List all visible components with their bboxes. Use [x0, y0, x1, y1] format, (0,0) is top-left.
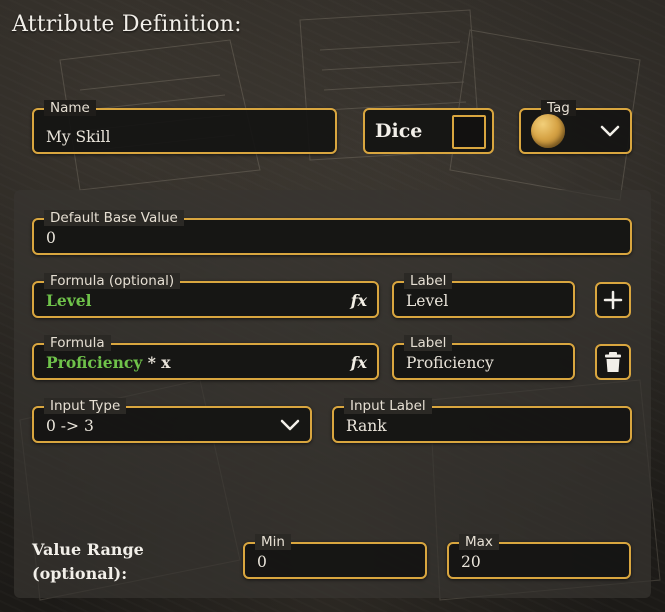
dice-label: Dice: [375, 120, 423, 142]
trash-icon: [605, 352, 621, 372]
max-field[interactable]: Max 20: [447, 534, 631, 579]
fx-icon[interactable]: fx: [351, 291, 367, 310]
default-base-value-label: Default Base Value: [44, 210, 184, 226]
dice-toggle[interactable]: Dice: [363, 108, 494, 154]
name-value: My Skill: [46, 128, 111, 146]
page-title: Attribute Definition:: [12, 12, 242, 37]
formula-1-label-field-label: Label: [404, 273, 453, 289]
input-type-label: Input Type: [44, 398, 127, 414]
tag-select[interactable]: Tag: [519, 100, 632, 154]
formula-2-label-field[interactable]: Label Proficiency: [392, 335, 575, 380]
formula-1-field[interactable]: Formula (optional) Level fx: [32, 273, 379, 318]
formula-2-operator: * x: [147, 353, 171, 372]
formula-1-label: Formula (optional): [44, 273, 181, 289]
value-range-label-line1: Value Range: [32, 540, 144, 559]
delete-formula-button[interactable]: [595, 344, 631, 380]
input-label-label: Input Label: [344, 398, 432, 414]
min-value: 0: [257, 553, 267, 571]
value-range-label: Value Range (optional):: [32, 538, 144, 586]
formula-1-label-value: Level: [406, 292, 449, 310]
min-label: Min: [255, 534, 291, 550]
tag-color-swatch: [531, 114, 565, 148]
input-label-value: Rank: [346, 417, 387, 435]
formula-1-value: Level: [46, 291, 92, 310]
fx-icon[interactable]: fx: [351, 353, 367, 372]
max-label: Max: [459, 534, 499, 550]
max-value: 20: [461, 553, 481, 571]
input-type-select[interactable]: Input Type 0 -> 3: [32, 398, 312, 443]
chevron-down-icon: [600, 125, 620, 137]
input-type-value: 0 -> 3: [46, 417, 94, 435]
formula-2-label-value: Proficiency: [406, 354, 494, 372]
dice-checkbox[interactable]: [452, 115, 486, 149]
name-field[interactable]: Name My Skill: [32, 100, 337, 154]
value-range-label-line2: (optional):: [32, 564, 128, 583]
min-field[interactable]: Min 0: [243, 534, 427, 579]
add-formula-button[interactable]: [595, 282, 631, 318]
input-label-field[interactable]: Input Label Rank: [332, 398, 632, 443]
name-label: Name: [44, 100, 96, 116]
formula-2-label: Formula: [44, 335, 111, 351]
chevron-down-icon: [280, 419, 300, 430]
formula-2-field[interactable]: Formula Proficiency * x fx: [32, 335, 379, 380]
formula-2-variable: Proficiency: [46, 353, 143, 372]
default-base-value-field[interactable]: Default Base Value 0: [32, 210, 632, 255]
plus-icon: [603, 290, 623, 310]
default-base-value: 0: [46, 229, 56, 247]
formula-1-label-field[interactable]: Label Level: [392, 273, 575, 318]
formula-2-value: Proficiency * x: [46, 353, 171, 372]
formula-2-label-field-label: Label: [404, 335, 453, 351]
